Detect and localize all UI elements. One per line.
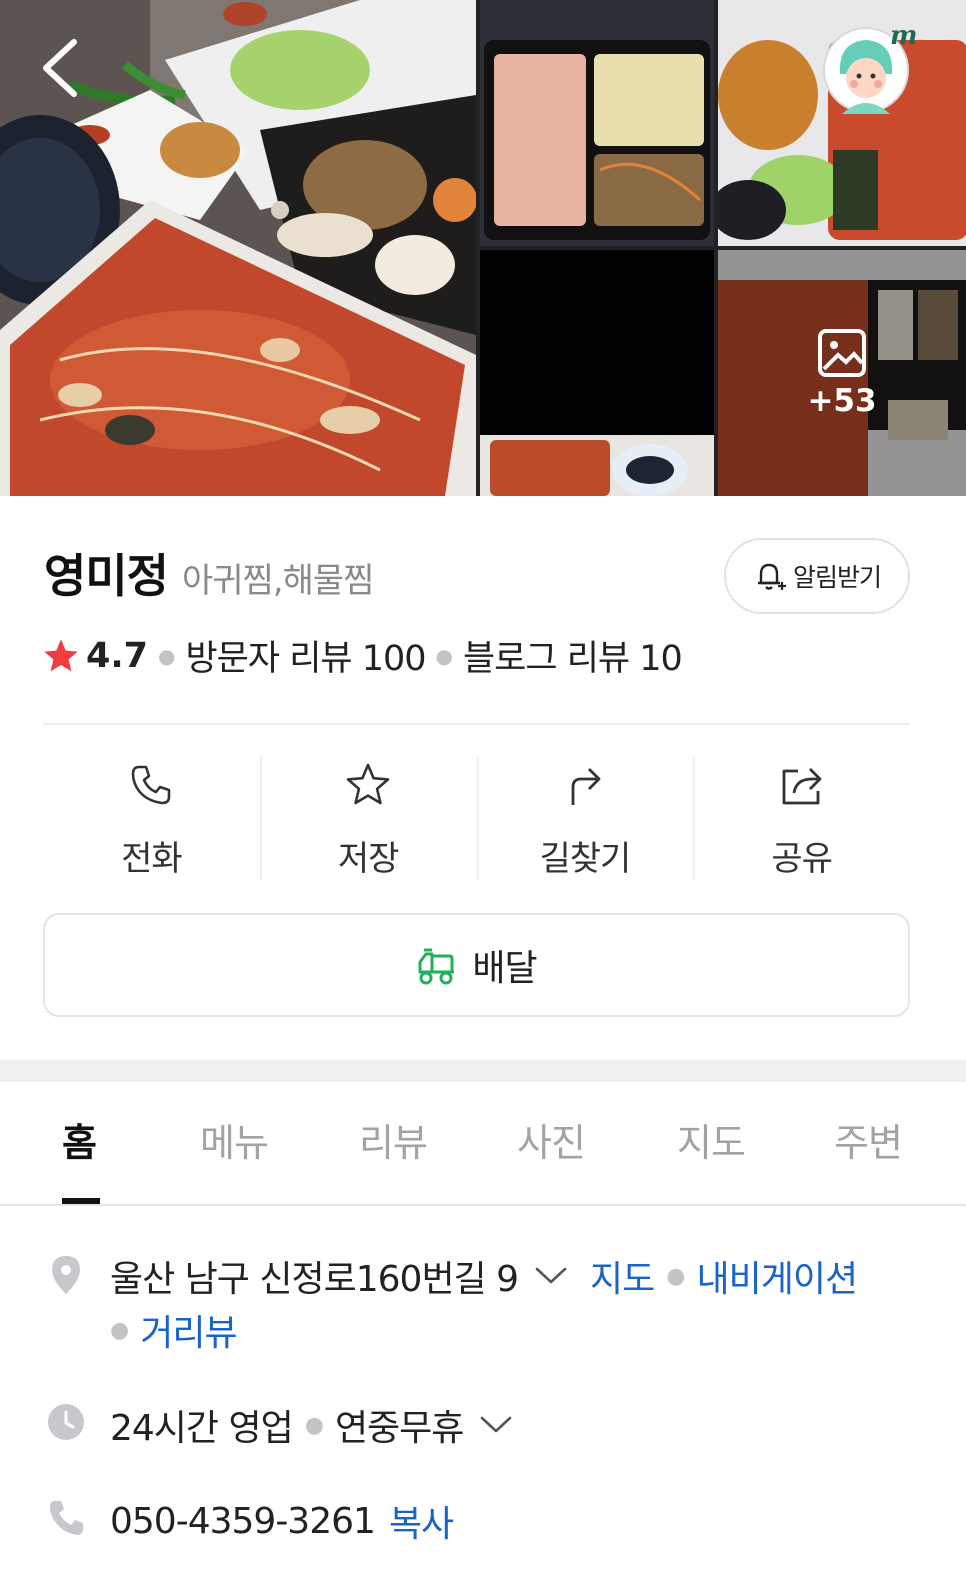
- save-label: 저장: [337, 839, 400, 879]
- roadview-link[interactable]: 거리뷰: [140, 1304, 237, 1356]
- rating-row: 4.7 ● 방문자 리뷰 100 ● 블로그 리뷰 10: [42, 630, 683, 681]
- dot-separator: ●: [435, 643, 453, 668]
- call-button[interactable]: 전화: [43, 757, 260, 881]
- photo-gallery: +53 my: [0, 0, 966, 496]
- phone-icon: [50, 1501, 83, 1535]
- dot-separator: ●: [110, 1317, 129, 1343]
- location-pin-icon: [52, 1256, 80, 1294]
- phone-row: 050-4359-3261 복사: [110, 1495, 454, 1547]
- holiday-text: 연중무휴: [334, 1408, 464, 1449]
- star-rating-icon: [44, 638, 78, 671]
- tab-bar: 홈 메뉴 리뷰 사진 지도 주변: [0, 1082, 966, 1206]
- directions-button[interactable]: 길찾기: [476, 757, 694, 881]
- active-tab-indicator: [62, 1198, 100, 1204]
- save-button[interactable]: 저장: [259, 757, 477, 881]
- bell-plus-icon: [757, 563, 786, 590]
- my-avatar[interactable]: my: [820, 18, 935, 114]
- image-icon: [818, 329, 866, 377]
- alarm-button[interactable]: 알림받기: [724, 538, 910, 614]
- place-category: 아귀찜,해물찜: [181, 561, 374, 601]
- more-photos-overlay[interactable]: +53: [718, 250, 966, 496]
- share-label: 공유: [771, 839, 833, 879]
- hours-row: 24시간 영업 ● 연중무휴: [110, 1399, 513, 1451]
- delivery-truck-icon: [418, 948, 455, 985]
- call-label: 전화: [121, 839, 183, 879]
- dot-separator: ●: [666, 1263, 685, 1289]
- tab-menu[interactable]: 메뉴: [200, 1112, 269, 1167]
- chevron-down-icon[interactable]: [479, 1415, 513, 1435]
- alarm-label: 알림받기: [792, 563, 882, 592]
- divider: [43, 723, 910, 725]
- chevron-left-icon: [43, 39, 77, 97]
- address-row: 울산 남구 신정로160번길 9 지도 ● 내비게이션: [110, 1250, 858, 1302]
- visitor-reviews-link[interactable]: 방문자 리뷰 100: [185, 630, 426, 681]
- clock-icon: [48, 1404, 84, 1440]
- phone-number[interactable]: 050-4359-3261: [110, 1501, 376, 1542]
- dot-separator: ●: [304, 1412, 324, 1438]
- address-row-cont: ● 거리뷰: [110, 1304, 238, 1356]
- place-title-row: 영미정 아귀찜,해물찜: [44, 540, 374, 606]
- rating-score: 4.7: [86, 635, 149, 676]
- directions-label: 길찾기: [539, 839, 631, 879]
- directions-icon: [571, 768, 601, 805]
- navigation-link[interactable]: 내비게이션: [696, 1250, 858, 1302]
- copy-link[interactable]: 복사: [389, 1495, 454, 1547]
- tab-home[interactable]: 홈: [62, 1112, 97, 1167]
- map-link[interactable]: 지도: [590, 1250, 655, 1302]
- place-name: 영미정: [44, 549, 169, 603]
- gallery-photo-2[interactable]: [480, 0, 714, 246]
- more-photos-count: +53: [807, 383, 877, 419]
- dot-separator: ●: [158, 643, 176, 668]
- avatar-badge: my: [890, 21, 916, 51]
- share-button[interactable]: 공유: [693, 757, 910, 881]
- chevron-down-icon[interactable]: [534, 1266, 568, 1286]
- section-gap: [0, 1060, 966, 1082]
- star-icon: [346, 763, 390, 805]
- share-icon: [782, 768, 822, 805]
- action-row: 전화 저장 길찾기 공유: [43, 757, 910, 881]
- address-text: 울산 남구 신정로160번길 9: [110, 1259, 519, 1300]
- blog-reviews-link[interactable]: 블로그 리뷰 10: [463, 630, 683, 681]
- tab-nearby[interactable]: 주변: [834, 1112, 903, 1167]
- delivery-button[interactable]: 배달: [43, 913, 910, 1017]
- tab-reviews[interactable]: 리뷰: [359, 1112, 428, 1167]
- hours-text: 24시간 영업: [110, 1408, 294, 1449]
- gallery-photo-4[interactable]: [480, 250, 714, 496]
- delivery-label: 배달: [472, 948, 537, 989]
- phone-icon: [132, 765, 171, 805]
- back-button[interactable]: [30, 32, 90, 102]
- tab-photos[interactable]: 사진: [517, 1112, 586, 1167]
- tab-map[interactable]: 지도: [677, 1112, 746, 1167]
